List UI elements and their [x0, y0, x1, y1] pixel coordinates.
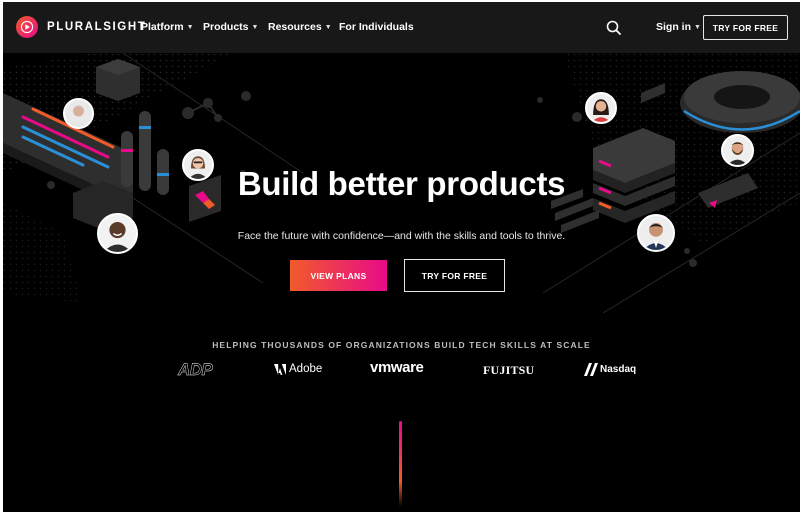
chevron-down-icon: ▼ — [251, 23, 259, 31]
search-icon — [606, 20, 621, 35]
hero-headline: Build better products — [237, 165, 566, 202]
nasdaq-logo: Nasdaq — [584, 363, 636, 376]
brand-logo[interactable]: PLURALSIGHT — [16, 16, 146, 38]
avatar — [721, 134, 754, 167]
avatar — [63, 98, 94, 129]
nav-item-label: Resources — [268, 21, 322, 33]
adobe-icon — [274, 363, 286, 375]
adobe-logo: Adobe — [274, 363, 322, 375]
sign-in-menu[interactable]: Sign in ▼ — [656, 21, 701, 33]
try-for-free-hero-button[interactable]: TRY FOR FREE — [404, 259, 505, 292]
vmware-logo: vmware — [370, 359, 424, 376]
try-for-free-nav-button[interactable]: TRY FOR FREE — [703, 15, 788, 40]
chevron-down-icon: ▼ — [186, 23, 194, 31]
nav-item-platform[interactable]: Platform ▼ — [141, 21, 194, 33]
fujitsu-logo: FUJITSU — [483, 363, 535, 377]
pluralsight-play-icon — [16, 16, 38, 38]
brand-name: PLURALSIGHT — [47, 21, 147, 33]
nasdaq-logo-text: Nasdaq — [600, 364, 637, 375]
nav-item-for-individuals[interactable]: For Individuals — [339, 21, 414, 33]
nav-item-products[interactable]: Products ▼ — [203, 21, 258, 33]
nav-item-label: Platform — [141, 21, 184, 33]
customers-heading: HELPING THOUSANDS OF ORGANIZATIONS BUILD… — [212, 340, 591, 350]
sign-in-label: Sign in — [656, 21, 691, 33]
adp-logo: ADP — [178, 360, 213, 379]
search-button[interactable] — [604, 18, 624, 38]
nasdaq-icon — [584, 363, 598, 376]
nav-item-label: Products — [203, 21, 249, 33]
chevron-down-icon: ▼ — [694, 23, 701, 31]
scroll-accent-line — [399, 421, 402, 507]
hero-section: Build better products Face the future wi… — [3, 53, 800, 512]
browser-viewport: PLURALSIGHT Platform ▼ Products ▼ Resour… — [3, 2, 800, 512]
nav-item-resources[interactable]: Resources ▼ — [268, 21, 332, 33]
view-plans-button[interactable]: VIEW PLANS — [290, 260, 387, 291]
avatar — [585, 92, 617, 124]
top-nav: PLURALSIGHT Platform ▼ Products ▼ Resour… — [3, 2, 800, 53]
hero-subtitle: Face the future with confidence—and with… — [237, 230, 566, 242]
adobe-logo-text: Adobe — [289, 363, 323, 375]
nav-item-label: For Individuals — [339, 21, 414, 33]
chevron-down-icon: ▼ — [324, 23, 332, 31]
